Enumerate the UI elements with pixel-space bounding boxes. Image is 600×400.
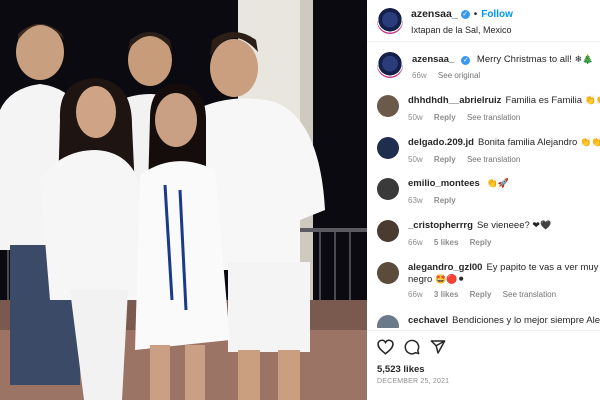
verified-badge-icon: ✓ [461, 56, 471, 65]
see-translation-link[interactable]: See translation [467, 155, 520, 164]
comments-list[interactable]: azensaa_ ✓ Merry Christmas to all! ❄🎄 66w… [367, 43, 600, 328]
comment-time: 63w [408, 196, 423, 205]
comment-time: 50w [408, 155, 423, 164]
comment-likes[interactable]: 5 likes [434, 238, 458, 247]
avatar[interactable] [377, 220, 399, 242]
caption-text: Merry Christmas to all! [476, 54, 572, 65]
avatar[interactable] [377, 178, 399, 200]
comment-username[interactable]: cechavel [408, 315, 448, 326]
avatar[interactable] [377, 52, 403, 78]
comment-username[interactable]: dhhdhdh__abrielruiz [408, 95, 501, 106]
comment-text: Bonita familia Alejandro [478, 137, 578, 148]
caption-username[interactable]: azensaa_ [412, 54, 454, 65]
comment-text: Ey papito te vas a ver muy bien [486, 262, 600, 273]
comments-scrollbar[interactable] [596, 43, 600, 328]
post-header: azensaa_ ✓ • Follow Ixtapan de la Sal, M… [367, 0, 600, 42]
reply-button[interactable]: Reply [434, 113, 456, 122]
reply-button[interactable]: Reply [434, 155, 456, 164]
avatar[interactable] [377, 8, 403, 34]
follow-button[interactable]: Follow [481, 8, 513, 21]
avatar[interactable] [377, 137, 399, 159]
comment-item: emilio_montees 👏🚀 63w Reply [367, 178, 600, 205]
comment-text: Se vieneee? [476, 220, 530, 231]
comment-username[interactable]: alegandro_gzl00 [408, 262, 482, 273]
comment-username[interactable]: delgado.209.jd [408, 137, 474, 148]
caption: azensaa_ ✓ Merry Christmas to all! ❄🎄 66w… [367, 52, 600, 80]
comment-icon[interactable] [404, 339, 420, 355]
avatar[interactable] [377, 262, 399, 284]
post-date: DECEMBER 25, 2021 [377, 378, 450, 385]
post-header-text: azensaa_ ✓ • Follow Ixtapan de la Sal, M… [411, 8, 513, 37]
reply-button[interactable]: Reply [470, 238, 492, 247]
comment-text-line2: negro [408, 274, 433, 285]
comment-item: cechavel Bendiciones y lo mejor siempre A… [367, 315, 600, 328]
reply-button[interactable]: Reply [434, 196, 456, 205]
avatar[interactable] [377, 95, 399, 117]
location-link[interactable]: Ixtapan de la Sal, Mexico [411, 24, 513, 37]
see-translation-link[interactable]: See translation [503, 290, 556, 299]
comment-text: Familia es Familia [505, 95, 582, 106]
comment-text: Bendiciones y lo mejor siempre Alex! [452, 315, 600, 326]
verified-badge-icon: ✓ [460, 10, 470, 19]
caption-emoji: ❄🎄 [574, 55, 594, 65]
action-icons [377, 339, 600, 357]
comment-time: 66w [408, 290, 423, 299]
see-translation-link[interactable]: See translation [467, 113, 520, 122]
separator: • [473, 9, 478, 20]
comment-username[interactable]: emilio_montees [408, 178, 480, 189]
comment-time: 66w [408, 238, 423, 247]
avatar[interactable] [377, 315, 399, 328]
likes-count[interactable]: 5,523 likes [377, 364, 600, 375]
caption-time: 66w [412, 71, 427, 80]
post-photo [0, 0, 367, 400]
heart-icon[interactable] [377, 339, 394, 355]
comment-emoji: 🤩🔴⚫ [434, 275, 465, 285]
see-original-link[interactable]: See original [438, 71, 480, 80]
comment-emoji: 👏🚀 [486, 179, 509, 189]
comment-item: delgado.209.jd Bonita familia Alejandro 👏… [367, 137, 600, 164]
comment-likes[interactable]: 3 likes [434, 290, 458, 299]
comment-item: alegandro_gzl00 Ey papito te vas a ver mu… [367, 262, 600, 299]
post-side-panel: azensaa_ ✓ • Follow Ixtapan de la Sal, M… [367, 0, 600, 400]
reply-button[interactable]: Reply [470, 290, 492, 299]
comment-emoji: ❤🖤 [532, 221, 552, 231]
post-actions: 5,523 likes DECEMBER 25, 2021 [367, 330, 600, 400]
comment-time: 50w [408, 113, 423, 122]
username-link[interactable]: azensaa_ [411, 8, 458, 21]
comment-username[interactable]: _cristopherrrg [408, 220, 473, 231]
comment-item: _cristopherrrg Se vieneee? ❤🖤 66w 5 likes… [367, 220, 600, 247]
comment-item: dhhdhdh__abrielruizFamilia es Familia 👏👏… [367, 95, 600, 122]
family-photo-illustration [0, 0, 367, 400]
share-icon[interactable] [430, 339, 446, 355]
